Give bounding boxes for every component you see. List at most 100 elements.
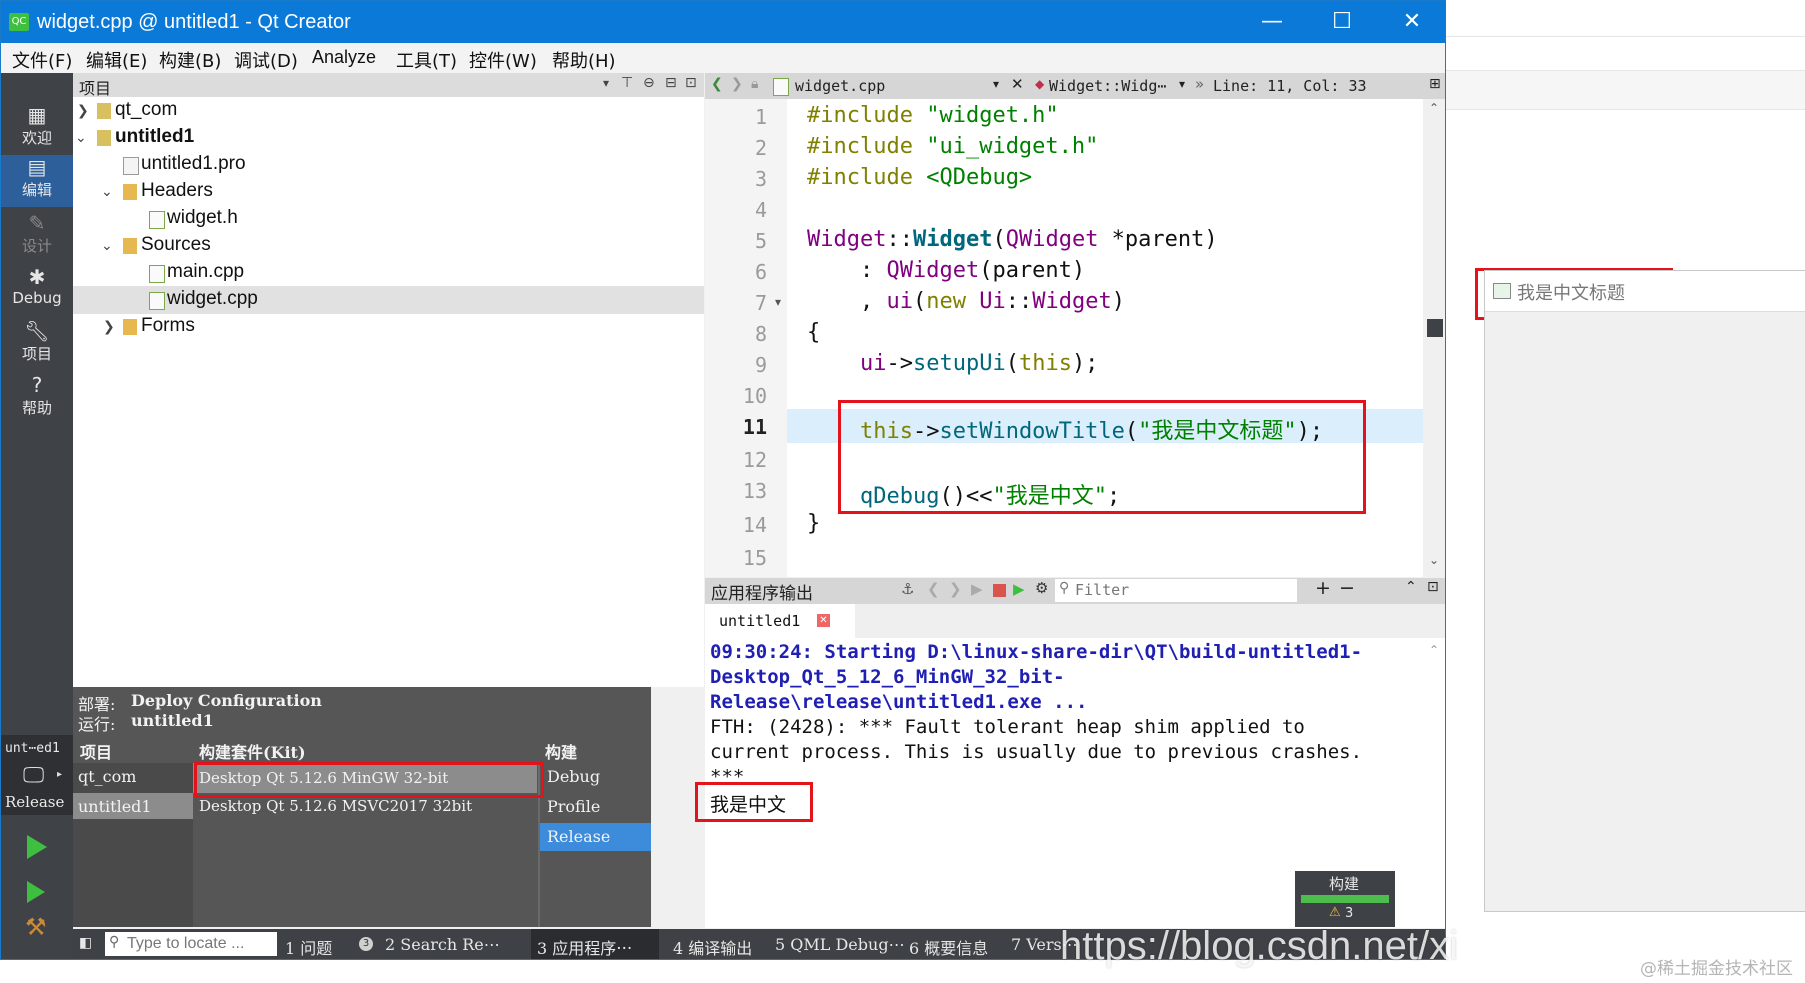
status-tab-summary[interactable]: 6 概要信息: [909, 935, 988, 959]
project-panel-header: 项目 ▾ ⊤ ⊖ ⊟ ⊡: [73, 73, 704, 98]
close-file-icon[interactable]: ✕: [1011, 75, 1024, 93]
tree-item-forms[interactable]: ❯ Forms: [73, 313, 704, 341]
scroll-thumb[interactable]: [1427, 319, 1443, 337]
fold-marker-icon[interactable]: ▾: [775, 295, 781, 309]
gear-icon[interactable]: ⚙︎: [1035, 579, 1048, 597]
stop-icon[interactable]: [993, 584, 1006, 597]
project-option-qt-com[interactable]: qt_com: [78, 767, 136, 786]
nav-forward-icon[interactable]: ❯: [731, 76, 743, 92]
chevron-down-icon[interactable]: ⌄: [101, 238, 113, 254]
link-icon[interactable]: ⊖: [643, 75, 655, 91]
line-number: 15: [742, 546, 767, 570]
mode-projects[interactable]: 🔧︎ 项目: [1, 319, 73, 371]
tree-item-sources[interactable]: ⌄ Sources: [73, 232, 704, 260]
run-button[interactable]: [27, 835, 47, 859]
symbol-selector[interactable]: Widget::Widg⋯: [1049, 77, 1166, 95]
scroll-up-icon[interactable]: ⌃: [1429, 101, 1439, 115]
watermark-credit: @稀土掘金技术社区: [1640, 959, 1793, 979]
code-token: Widget: [807, 227, 887, 252]
output-line: FTH: (2428): *** Fault tolerant heap shi…: [710, 716, 1305, 738]
status-tab-app-output[interactable]: 3 应用程序⋯: [537, 935, 632, 959]
chevron-right-icon[interactable]: ❯: [103, 319, 115, 335]
mode-debug[interactable]: ✱ Debug: [1, 265, 73, 317]
run-label: 运行:: [78, 715, 116, 734]
maximize-pane-icon[interactable]: ⌃: [1405, 579, 1417, 595]
zoom-out-icon[interactable]: −: [1339, 577, 1355, 599]
chevron-right-icon[interactable]: ❯: [77, 103, 89, 119]
output-scroll-up-icon[interactable]: ⌃: [1429, 643, 1439, 657]
menu-analyze[interactable]: Analyze: [312, 47, 376, 68]
mode-welcome[interactable]: ▦ 欢迎: [1, 103, 73, 155]
chevron-down-icon[interactable]: ⌄: [75, 130, 87, 146]
chevron-down-icon[interactable]: ⌄: [101, 184, 113, 200]
tree-item-headers[interactable]: ⌄ Headers: [73, 178, 704, 206]
locate-input[interactable]: ⚲ Type to locate ...: [105, 932, 277, 956]
prev-icon[interactable]: ❮: [927, 580, 940, 598]
build-badge-label: 构建: [1329, 875, 1360, 893]
menu-file[interactable]: 文件(F): [12, 47, 72, 73]
menu-controls[interactable]: 控件(W): [469, 47, 537, 73]
annotation-box-output: [695, 782, 813, 822]
expand-editor-icon[interactable]: ⊞: [1429, 76, 1441, 92]
toggle-sidebar-icon[interactable]: ◧: [79, 935, 92, 951]
project-list: [73, 763, 193, 927]
editor-file-name[interactable]: widget.cpp: [795, 77, 885, 95]
debug-run-button[interactable]: [27, 881, 45, 903]
kit-option-msvc[interactable]: Desktop Qt 5.12.6 MSVC2017 32bit: [199, 797, 472, 815]
maximize-button[interactable]: ☐: [1309, 1, 1375, 43]
file-dropdown-icon[interactable]: ▾: [993, 77, 999, 91]
build-progress-badge[interactable]: 构建 ⚠ 3: [1295, 871, 1395, 927]
mode-design[interactable]: ✎ 设计: [1, 211, 73, 263]
split-icon[interactable]: ⊟: [665, 75, 677, 91]
menu-help[interactable]: 帮助(H): [552, 47, 616, 73]
mode-edit[interactable]: ▤ 编辑: [1, 155, 73, 207]
attach-icon[interactable]: ⚓︎: [901, 580, 914, 598]
panel-dropdown-icon[interactable]: ▾: [603, 76, 609, 90]
kit-selector[interactable]: unt⋯ed1 🖵︎ ▸ Release: [1, 735, 73, 815]
code-line-14: }: [807, 511, 821, 536]
split-editor-icon[interactable]: »: [1195, 75, 1204, 93]
menu-build[interactable]: 构建(B): [159, 47, 221, 73]
output-line: Release\release\untitled1.exe ...: [710, 691, 1088, 713]
next-icon[interactable]: ❯: [949, 580, 962, 598]
minimize-button[interactable]: —: [1239, 1, 1305, 43]
nav-back-icon[interactable]: ❮: [711, 76, 723, 92]
debug-icon[interactable]: ▶: [1013, 580, 1025, 598]
editor-scrollbar[interactable]: ⌃ ⌄: [1423, 99, 1445, 577]
close-button[interactable]: ✕: [1379, 1, 1445, 43]
tree-item-widget-h[interactable]: widget.h: [73, 205, 704, 233]
menu-edit[interactable]: 编辑(E): [86, 47, 147, 73]
build-option-debug[interactable]: Debug: [547, 767, 600, 786]
zoom-in-icon[interactable]: +: [1315, 577, 1331, 599]
line-number: 4: [754, 198, 767, 222]
scroll-down-icon[interactable]: ⌄: [1429, 553, 1439, 567]
mode-help[interactable]: ? 帮助: [1, 373, 73, 425]
filter-input[interactable]: ⚲ Filter: [1055, 579, 1297, 602]
menu-debug[interactable]: 调试(D): [234, 47, 298, 73]
code-line-1: #include "widget.h": [807, 103, 1059, 128]
menu-tools[interactable]: 工具(T): [396, 47, 457, 73]
output-tab-untitled1[interactable]: untitled1 ✕: [705, 604, 855, 638]
locate-placeholder: Type to locate ...: [127, 935, 245, 952]
filter-icon[interactable]: ⊤: [621, 75, 633, 91]
rerun-icon[interactable]: ▶: [971, 580, 983, 598]
tree-item-widget-cpp[interactable]: widget.cpp: [73, 286, 704, 314]
build-hammer-button[interactable]: ⚒︎: [25, 913, 47, 941]
status-tab-qml-debug[interactable]: 5 QML Debug⋯: [775, 935, 905, 954]
tree-item-untitled1[interactable]: ⌄ untitled1: [73, 124, 704, 152]
status-tab-search[interactable]: 2 Search Re⋯: [385, 935, 500, 954]
grid-icon: ▦: [27, 103, 47, 127]
tree-item-pro-file[interactable]: untitled1.pro: [73, 151, 704, 179]
tree-item-main-cpp[interactable]: main.cpp: [73, 259, 704, 287]
tree-item-qt-com[interactable]: ❯ qt_com: [73, 97, 704, 125]
close-panel-icon[interactable]: ⊡: [685, 75, 697, 91]
status-tab-compile-output[interactable]: 4 编译输出: [673, 935, 752, 959]
status-tab-issues[interactable]: 1 问题: [285, 935, 332, 959]
close-tab-icon[interactable]: ✕: [817, 614, 830, 627]
symbol-dropdown-icon[interactable]: ▾: [1179, 77, 1185, 91]
build-option-profile[interactable]: Profile: [547, 797, 600, 816]
close-pane-icon[interactable]: ⊡: [1427, 579, 1439, 595]
build-option-release[interactable]: Release: [547, 827, 610, 846]
code-line-5: Widget::Widget(QWidget *parent): [807, 227, 1218, 252]
project-option-untitled1[interactable]: untitled1: [78, 797, 152, 816]
